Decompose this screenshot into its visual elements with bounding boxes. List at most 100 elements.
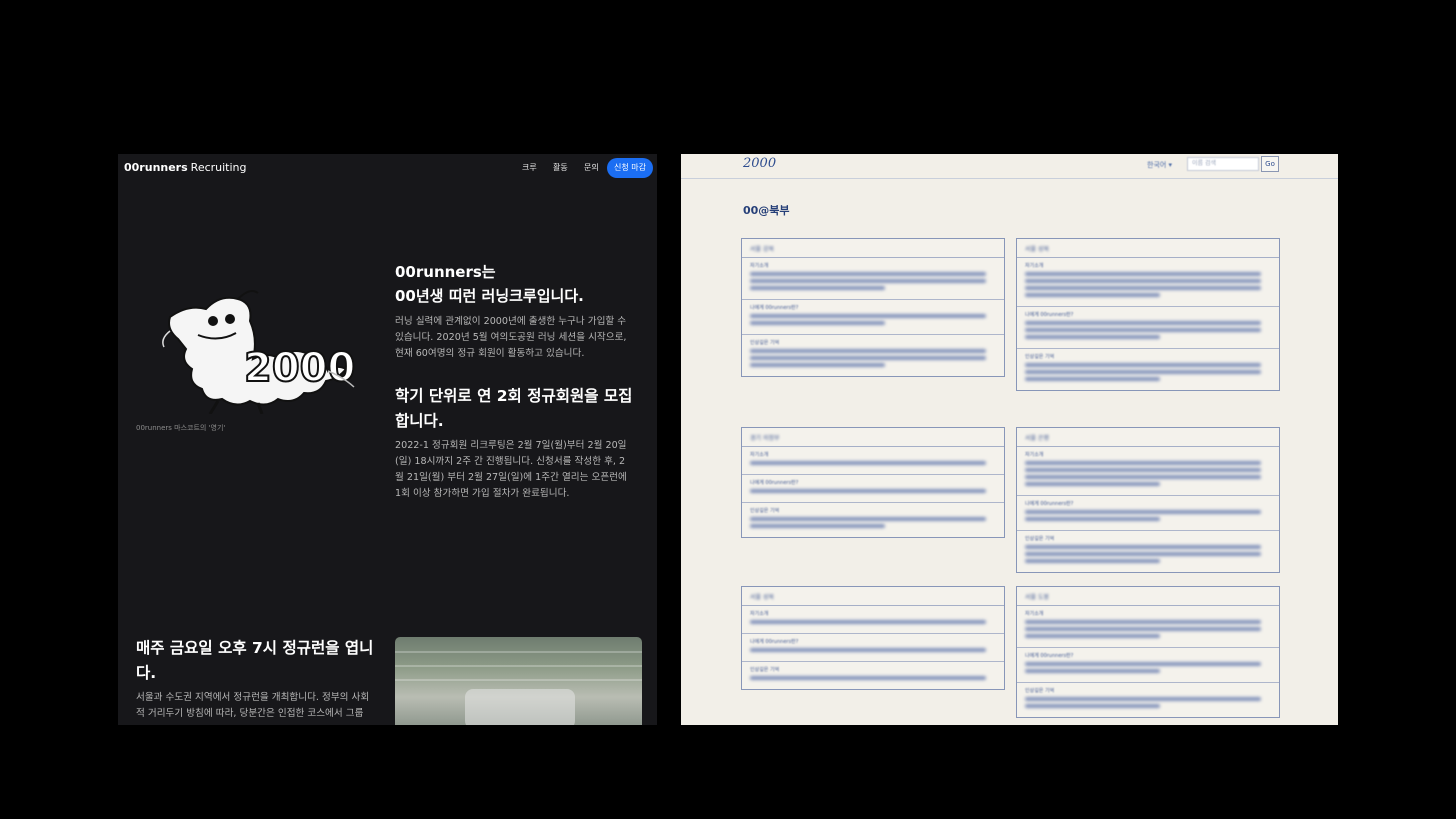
member-card: 서울 도봉자기소개나에게 00runners란? 인상깊은 기억	[1016, 586, 1280, 718]
blurred-text-line	[750, 286, 886, 290]
member-card-section: 나에게 00runners란?	[742, 634, 1004, 662]
blurred-text-line	[1025, 510, 1262, 514]
recruit-text-line: 월 21일(월) 부터 2월 27일(일)에 1주간 열리는 오픈런에	[395, 472, 627, 483]
blurred-text-line	[750, 321, 886, 325]
weekly-heading-line: 다.	[136, 664, 157, 682]
recruit-heading-line: 학기 단위로 연 2회 정규회원을 모집	[395, 387, 633, 405]
weekly-heading-line: 매주 금요일 오후 7시 정규런을 엽니	[136, 639, 374, 657]
intro-text-line: 있습니다. 2020년 5월 여의도공원 러닝 세션을 시작으로,	[395, 332, 627, 343]
recruit-text-line: 1회 이상 참가하면 가입 절차가 완료됩니다.	[395, 488, 570, 499]
recruit-text-line: (일) 18시까지 2주 간 진행됩니다. 신청서를 작성한 후, 2	[395, 456, 626, 467]
member-card: 서울 은평 자기소개나에게 00runners란? 인상깊은 기억	[1016, 427, 1280, 573]
group-run-photo	[395, 637, 642, 725]
member-card-title: 서울 도봉	[1025, 594, 1049, 601]
member-card-header: 서울 성북	[742, 587, 1004, 606]
member-card: 서울 성북자기소개나에게 00runners란? 인상깊은 기억	[741, 586, 1005, 690]
blurred-text-line	[1025, 627, 1262, 631]
site-logo[interactable]: 2000	[743, 156, 776, 171]
blurred-text-line	[750, 272, 987, 276]
weekly-text-line: 서울과 수도권 지역에서 정규런을 개최합니다. 정부의 사회	[136, 692, 370, 703]
member-card-section: 인상깊은 기억	[742, 335, 1004, 376]
brand-name: 00runners	[124, 161, 188, 174]
section-label: 나에게 00runners란?	[750, 480, 799, 486]
language-select[interactable]: 한국어 ▾	[1147, 160, 1172, 170]
blurred-text-line	[1025, 321, 1262, 325]
blurred-text-line	[1025, 669, 1161, 673]
section-label: 나에게 00runners란?	[750, 305, 799, 311]
member-card-section: 나에게 00runners란?	[1017, 496, 1279, 531]
member-card-header: 서울 도봉	[1017, 587, 1279, 606]
member-card-section: 자기소개	[1017, 258, 1279, 307]
top-nav: 00runners Recruiting 크루 활동 문의 신청 마감	[118, 154, 657, 182]
blurred-text-line	[1025, 468, 1262, 472]
blurred-text-line	[1025, 461, 1262, 465]
directory-top-bar: 2000 한국어 ▾ 이름 검색 Go	[681, 154, 1338, 179]
blurred-text-line	[750, 349, 987, 353]
apply-closed-button[interactable]: 신청 마감	[607, 158, 653, 178]
intro-text-line: 현재 60여명의 정규 회원이 활동하고 있습니다.	[395, 348, 585, 359]
nav-link-crew[interactable]: 크루	[522, 162, 537, 173]
member-card-section: 인상깊은 기억	[1017, 349, 1279, 390]
blurred-text-line	[750, 314, 987, 318]
member-card-section: 자기소개	[1017, 606, 1279, 648]
weekly-text-line: 적 거리두기 방침에 따라, 당분간은 인접한 코스에서 그룹	[136, 708, 364, 719]
member-card: 서울 강북자기소개나에게 00runners란? 인상깊은 기억	[741, 238, 1005, 377]
blurred-text-line	[750, 676, 987, 680]
blurred-text-line	[750, 356, 987, 360]
blurred-text-line	[1025, 377, 1161, 381]
search-input[interactable]: 이름 검색	[1187, 157, 1259, 171]
blurred-text-line	[750, 620, 987, 624]
section-label: 자기소개	[750, 263, 769, 269]
blurred-text-line	[750, 524, 886, 528]
nav-link-activity[interactable]: 활동	[553, 162, 568, 173]
member-card-title: 경기 의정부	[750, 435, 780, 442]
member-card-section: 인상깊은 기억	[1017, 531, 1279, 572]
member-card-section: 자기소개	[1017, 447, 1279, 496]
brand-subtitle: Recruiting	[190, 161, 247, 174]
blurred-text-line	[1025, 482, 1161, 486]
intro-text-line: 러닝 실력에 관계없이 2000년에 출생한 누구나 가입할 수	[395, 316, 627, 327]
intro-heading: 00runners는 00년생 띠런 러닝크루입니다.	[395, 260, 584, 308]
member-card-title: 서울 성북	[750, 594, 774, 601]
nav-link-contact[interactable]: 문의	[584, 162, 599, 173]
member-card-header: 경기 의정부	[742, 428, 1004, 447]
intro-paragraph: 러닝 실력에 관계없이 2000년에 출생한 누구나 가입할 수 있습니다. 2…	[395, 314, 626, 362]
blurred-text-line	[750, 648, 987, 652]
page-title: 00@북부	[743, 204, 790, 217]
section-label: 나에게 00runners란?	[1025, 312, 1074, 318]
intro-heading-line: 00runners는	[395, 263, 496, 281]
section-label: 인상깊은 기억	[1025, 536, 1055, 542]
blurred-text-line	[1025, 335, 1161, 339]
member-card-section: 나에게 00runners란?	[742, 300, 1004, 335]
search-go-button[interactable]: Go	[1261, 156, 1279, 172]
member-directory-panel: 2000 한국어 ▾ 이름 검색 Go 00@북부 서울 강북 자기소개 나에게 0…	[681, 154, 1338, 725]
blurred-text-line	[1025, 517, 1161, 521]
member-card-section: 자기소개	[742, 606, 1004, 634]
section-label: 나에게 00runners란?	[750, 639, 799, 645]
section-label: 인상깊은 기억	[1025, 688, 1055, 694]
blurred-text-line	[1025, 328, 1262, 332]
section-label: 인상깊은 기억	[750, 340, 780, 346]
member-card-title: 서울 강북	[750, 246, 774, 253]
member-card-section: 나에게 00runners란?	[742, 475, 1004, 503]
recruit-heading-line: 합니다.	[395, 412, 444, 430]
section-label: 인상깊은 기억	[750, 667, 780, 673]
weekly-run-paragraph: 서울과 수도권 지역에서 정규런을 개최합니다. 정부의 사회 적 거리두기 방…	[136, 690, 369, 722]
section-label: 자기소개	[750, 611, 769, 617]
member-card-header: 서울 은평	[1017, 428, 1279, 447]
blurred-text-line	[1025, 634, 1161, 638]
section-label: 자기소개	[1025, 263, 1044, 269]
member-card-header: 서울 성북	[1017, 239, 1279, 258]
blurred-text-line	[750, 461, 987, 465]
blurred-text-line	[750, 517, 987, 521]
brand-logo[interactable]: 00runners Recruiting	[124, 161, 247, 174]
section-label: 나에게 00runners란?	[1025, 653, 1074, 659]
member-card-section: 인상깊은 기억	[742, 662, 1004, 689]
blurred-text-line	[1025, 279, 1262, 283]
blurred-text-line	[1025, 697, 1262, 701]
blurred-text-line	[1025, 475, 1262, 479]
blurred-text-line	[1025, 704, 1161, 708]
member-card-section: 나에게 00runners란?	[1017, 648, 1279, 683]
section-label: 나에게 00runners란?	[1025, 501, 1074, 507]
blurred-text-line	[750, 363, 886, 367]
